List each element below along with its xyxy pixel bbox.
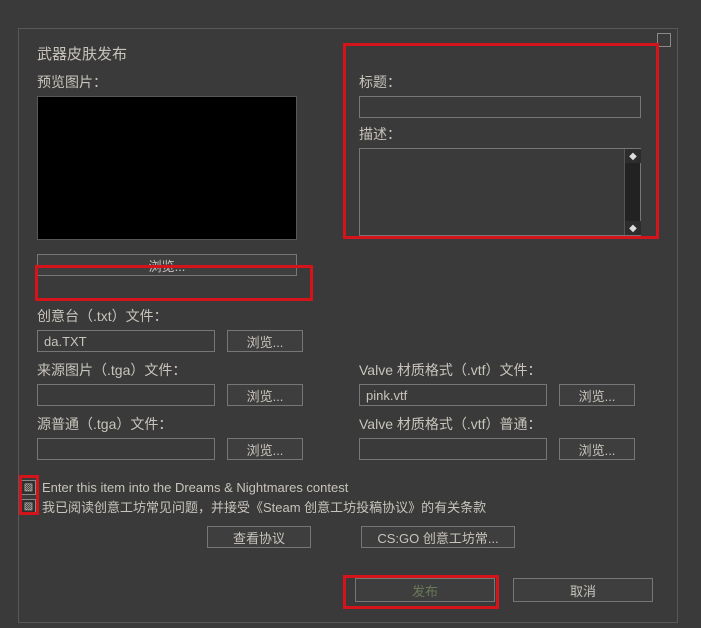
agreement-checkbox[interactable]: ▧ bbox=[21, 499, 36, 514]
vtf-normal-input[interactable] bbox=[359, 438, 547, 460]
dialog-title: 武器皮肤发布 bbox=[37, 43, 659, 64]
normal-tga-input[interactable] bbox=[37, 438, 215, 460]
scroll-up-icon[interactable]: ◆ bbox=[625, 149, 641, 163]
preview-image bbox=[37, 96, 297, 240]
title-input[interactable] bbox=[359, 96, 641, 118]
source-tga-label: 来源图片（.tga）文件： bbox=[37, 360, 337, 380]
txt-file-browse-button[interactable]: 浏览... bbox=[227, 330, 303, 352]
contest-label: Enter this item into the Dreams & Nightm… bbox=[42, 480, 348, 495]
txt-file-label: 创意台（.txt）文件： bbox=[37, 306, 659, 326]
vtf-normal-label: Valve 材质格式（.vtf）普通： bbox=[359, 414, 659, 434]
faq-button[interactable]: CS:GO 创意工坊常... bbox=[361, 526, 515, 548]
vtf-file-browse-button[interactable]: 浏览... bbox=[559, 384, 635, 406]
vtf-file-input[interactable] bbox=[359, 384, 547, 406]
publish-button[interactable]: 发布 bbox=[355, 578, 495, 602]
view-agreement-button[interactable]: 查看协议 bbox=[207, 526, 311, 548]
description-textarea[interactable]: ◆ ◆ bbox=[359, 148, 641, 236]
publish-dialog: 武器皮肤发布 预览图片： 浏览... 标题： 描述： ◆ ◆ bbox=[18, 28, 678, 623]
normal-tga-browse-button[interactable]: 浏览... bbox=[227, 438, 303, 460]
vtf-normal-browse-button[interactable]: 浏览... bbox=[559, 438, 635, 460]
scroll-down-icon[interactable]: ◆ bbox=[625, 221, 641, 235]
normal-tga-label: 源普通（.tga）文件： bbox=[37, 414, 337, 434]
description-label: 描述： bbox=[359, 124, 659, 144]
source-tga-input[interactable] bbox=[37, 384, 215, 406]
contest-checkbox[interactable]: ▧ bbox=[21, 480, 36, 495]
source-tga-browse-button[interactable]: 浏览... bbox=[227, 384, 303, 406]
vtf-file-label: Valve 材质格式（.vtf）文件： bbox=[359, 360, 659, 380]
agreement-label: 我已阅读创意工坊常见问题，并接受《Steam 创意工坊投稿协议》的有关条款 bbox=[42, 497, 486, 516]
preview-browse-button[interactable]: 浏览... bbox=[37, 254, 297, 276]
cancel-button[interactable]: 取消 bbox=[513, 578, 653, 602]
title-label: 标题： bbox=[359, 72, 659, 92]
close-icon[interactable] bbox=[657, 33, 671, 47]
preview-label: 预览图片： bbox=[37, 72, 307, 92]
txt-file-input[interactable] bbox=[37, 330, 215, 352]
description-scrollbar[interactable]: ◆ ◆ bbox=[624, 149, 640, 235]
